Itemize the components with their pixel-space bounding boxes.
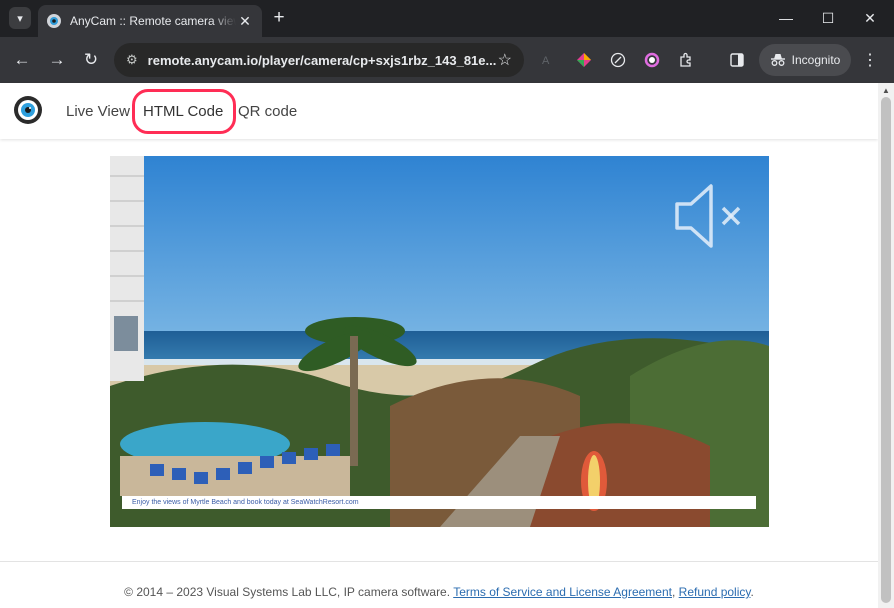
- scroll-thumb[interactable]: [881, 97, 891, 603]
- address-bar[interactable]: ⚙ remote.anycam.io/player/camera/cp+sxjs…: [114, 43, 524, 77]
- browser-menu-icon[interactable]: ⋮: [862, 50, 878, 70]
- ring-extension-icon[interactable]: [644, 52, 660, 68]
- tab-strip: ▾ AnyCam :: Remote camera view ✕ + — ☐ ✕: [0, 0, 894, 37]
- maximize-icon[interactable]: ☐: [808, 6, 848, 30]
- incognito-icon: [770, 54, 785, 66]
- camera-promo-banner: Enjoy the views of Myrtle Beach and book…: [122, 496, 756, 509]
- muted-speaker-icon[interactable]: [669, 176, 749, 256]
- color-extension-icon[interactable]: [576, 52, 592, 68]
- site-footer: © 2014 – 2023 Visual Systems Lab LLC, IP…: [0, 585, 878, 599]
- refund-policy-link[interactable]: Refund policy: [679, 585, 751, 599]
- minimize-icon[interactable]: —: [766, 6, 806, 30]
- scroll-up-arrow-icon[interactable]: ▲: [882, 86, 890, 95]
- browser-toolbar: ← → ↻ ⚙ remote.anycam.io/player/camera/c…: [0, 37, 894, 83]
- browser-tab[interactable]: AnyCam :: Remote camera view ✕: [38, 5, 262, 37]
- camera-stream[interactable]: Enjoy the views of Myrtle Beach and book…: [110, 156, 769, 527]
- tab-title: AnyCam :: Remote camera view: [70, 14, 236, 28]
- back-arrow-icon[interactable]: ←: [11, 49, 33, 71]
- nav-html-code[interactable]: HTML Code: [143, 103, 223, 120]
- close-tab-icon[interactable]: ✕: [236, 13, 254, 30]
- site-navbar: Live View HTML Code QR code: [0, 83, 878, 139]
- incognito-indicator[interactable]: Incognito: [759, 44, 851, 76]
- forward-arrow-icon[interactable]: →: [46, 49, 68, 71]
- footer-divider: [0, 561, 878, 562]
- page-content: Live View HTML Code QR code Enjoy the vi…: [0, 83, 878, 608]
- puzzle-extensions-icon[interactable]: [678, 52, 694, 68]
- close-window-icon[interactable]: ✕: [850, 6, 890, 30]
- anycam-logo-icon[interactable]: [13, 95, 43, 125]
- tab-search-button[interactable]: ▾: [9, 7, 31, 29]
- svg-text:A: A: [542, 55, 550, 67]
- url-text[interactable]: remote.anycam.io/player/camera/cp+sxjs1r…: [148, 53, 498, 68]
- nav-qr-code[interactable]: QR code: [238, 103, 297, 120]
- page-scrollbar[interactable]: ▲: [878, 83, 894, 608]
- footer-copyright: © 2014 – 2023 Visual Systems Lab LLC, IP…: [124, 585, 451, 599]
- footer-end: .: [750, 585, 754, 599]
- incognito-label: Incognito: [791, 53, 841, 67]
- new-tab-button[interactable]: +: [269, 8, 289, 28]
- reload-icon[interactable]: ↻: [80, 49, 102, 71]
- translate-extension-icon[interactable]: A: [541, 52, 557, 68]
- anycam-favicon-icon: [47, 14, 61, 28]
- footer-separator: ,: [671, 585, 676, 599]
- bookmark-star-icon[interactable]: ☆: [498, 50, 512, 70]
- nav-live-view[interactable]: Live View: [66, 103, 130, 120]
- terms-link[interactable]: Terms of Service and License Agreement: [453, 585, 672, 599]
- side-panel-icon[interactable]: [729, 52, 745, 68]
- site-settings-icon[interactable]: ⚙: [126, 52, 138, 68]
- chevron-down-icon: ▾: [17, 12, 23, 25]
- compass-extension-icon[interactable]: [610, 52, 626, 68]
